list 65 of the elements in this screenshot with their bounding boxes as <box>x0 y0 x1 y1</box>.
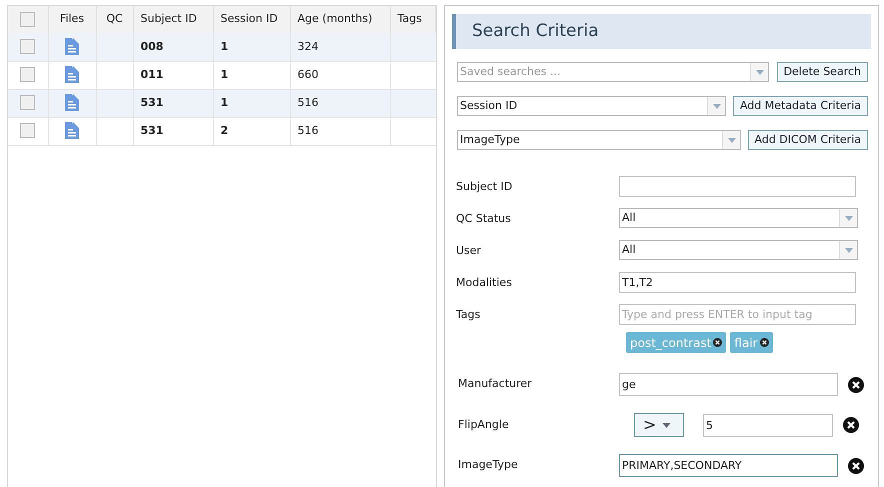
table-cell: 531 <box>140 96 164 109</box>
dropdown-arrow-icon <box>712 104 720 108</box>
table-cell: 516 <box>298 96 318 109</box>
checkbox[interactable] <box>20 67 36 82</box>
input-field[interactable]: 5 <box>703 414 833 436</box>
table-row[interactable]: 008 1 324 <box>8 33 436 61</box>
document-icon[interactable] <box>65 66 79 84</box>
table-cell: 660 <box>298 68 318 81</box>
checkbox[interactable] <box>20 12 36 27</box>
input-field[interactable]: ge <box>619 373 838 396</box>
button[interactable]: Add DICOM Criteria <box>748 130 868 150</box>
panel-header: Search Criteria <box>452 14 871 49</box>
table-row[interactable]: 011 1 660 <box>8 61 436 89</box>
field-label: QC Status <box>456 211 512 227</box>
field-label: User <box>456 243 482 259</box>
button[interactable]: Add Metadata Criteria <box>732 96 868 116</box>
column-header[interactable]: Session ID <box>220 12 278 26</box>
table-cell: 008 <box>140 40 164 52</box>
table-cell: 516 <box>298 124 318 137</box>
checkbox[interactable] <box>20 38 36 54</box>
field-label: Subject ID <box>456 179 514 195</box>
table-cell: 011 <box>140 68 164 81</box>
dropdown[interactable]: All <box>619 208 858 228</box>
close-icon[interactable] <box>848 376 864 392</box>
document-icon[interactable] <box>65 122 79 140</box>
dropdown-arrow-icon <box>728 138 736 142</box>
table-row[interactable]: 531 2 516 <box>8 117 436 145</box>
field-label: Tags <box>456 307 482 323</box>
dropdown-arrow-icon <box>756 70 764 74</box>
button[interactable]: Delete Search <box>776 62 868 82</box>
table-cell: 324 <box>298 40 318 52</box>
table-cell: 2 <box>220 124 228 137</box>
input-field[interactable]: T1,T2 <box>619 272 856 293</box>
column-header[interactable]: Age (months) <box>298 12 372 26</box>
dropdown-arrow-icon <box>844 248 852 252</box>
input-field[interactable]: Type and press ENTER to input tag <box>619 304 856 325</box>
close-icon[interactable] <box>843 417 859 433</box>
checkbox[interactable] <box>20 123 36 138</box>
column-header[interactable]: Subject ID <box>140 12 197 26</box>
checkbox[interactable] <box>20 95 36 110</box>
criterion-label: Manufacturer <box>458 376 533 392</box>
criterion-label: ImageType <box>458 457 519 474</box>
column-header[interactable]: QC <box>106 12 123 26</box>
dropdown-arrow-icon <box>844 216 852 220</box>
column-header[interactable]: Tags <box>398 12 422 26</box>
table-cell: 1 <box>220 96 228 109</box>
remove-icon[interactable] <box>760 338 769 347</box>
close-icon[interactable] <box>848 458 864 474</box>
dropdown[interactable]: ImageType <box>457 130 741 150</box>
dropdown[interactable]: All <box>619 240 858 260</box>
dropdown[interactable]: Session ID <box>457 96 726 116</box>
criterion-label: FlipAngle <box>458 416 510 433</box>
table-cell: 531 <box>140 124 164 137</box>
remove-icon[interactable] <box>713 338 722 347</box>
operator-dropdown[interactable]: > <box>634 413 684 437</box>
table-cell: 1 <box>220 40 228 52</box>
input-field[interactable]: PRIMARY,SECONDARY <box>619 454 838 477</box>
table-row[interactable]: 531 1 516 <box>8 89 436 117</box>
document-icon[interactable] <box>65 94 79 112</box>
table-cell: 1 <box>220 68 228 81</box>
input-field[interactable] <box>619 176 856 197</box>
column-header[interactable]: Files <box>60 12 84 26</box>
field-label: Modalities <box>456 275 513 291</box>
dropdown-arrow-icon <box>662 422 672 428</box>
document-icon[interactable] <box>65 38 79 56</box>
